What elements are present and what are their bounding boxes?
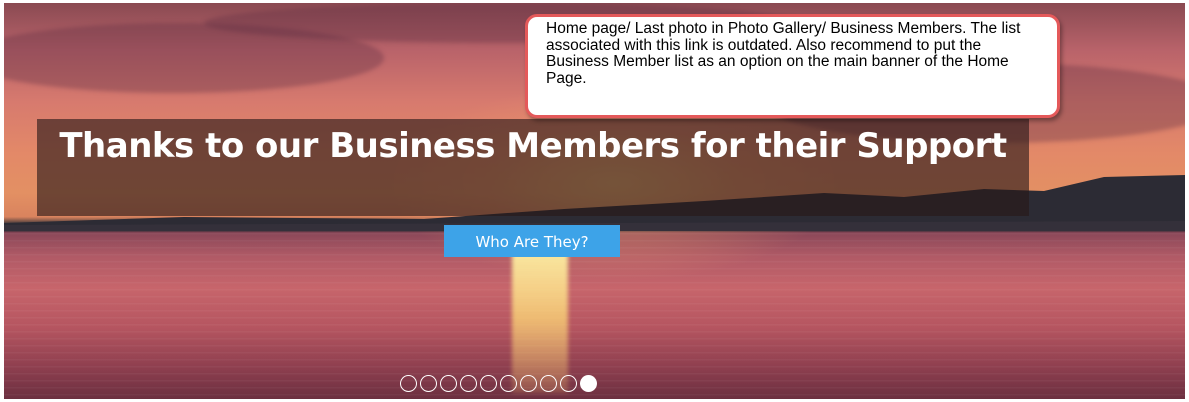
carousel-dot[interactable] [400, 375, 417, 392]
carousel-dot[interactable] [480, 375, 497, 392]
carousel-dot[interactable] [420, 375, 437, 392]
who-are-they-button[interactable]: Who Are They? [444, 225, 620, 257]
carousel-dot[interactable] [580, 375, 597, 392]
annotation-callout: Home page/ Last photo in Photo Gallery/ … [525, 14, 1060, 118]
slide-title: Thanks to our Business Members for their… [59, 126, 1007, 166]
carousel-dot[interactable] [500, 375, 517, 392]
carousel-indicators [400, 375, 597, 392]
carousel-dot[interactable] [540, 375, 557, 392]
carousel-dot[interactable] [520, 375, 537, 392]
carousel-dot[interactable] [460, 375, 477, 392]
carousel-dot[interactable] [440, 375, 457, 392]
carousel-dot[interactable] [560, 375, 577, 392]
sun-reflection [512, 243, 568, 393]
